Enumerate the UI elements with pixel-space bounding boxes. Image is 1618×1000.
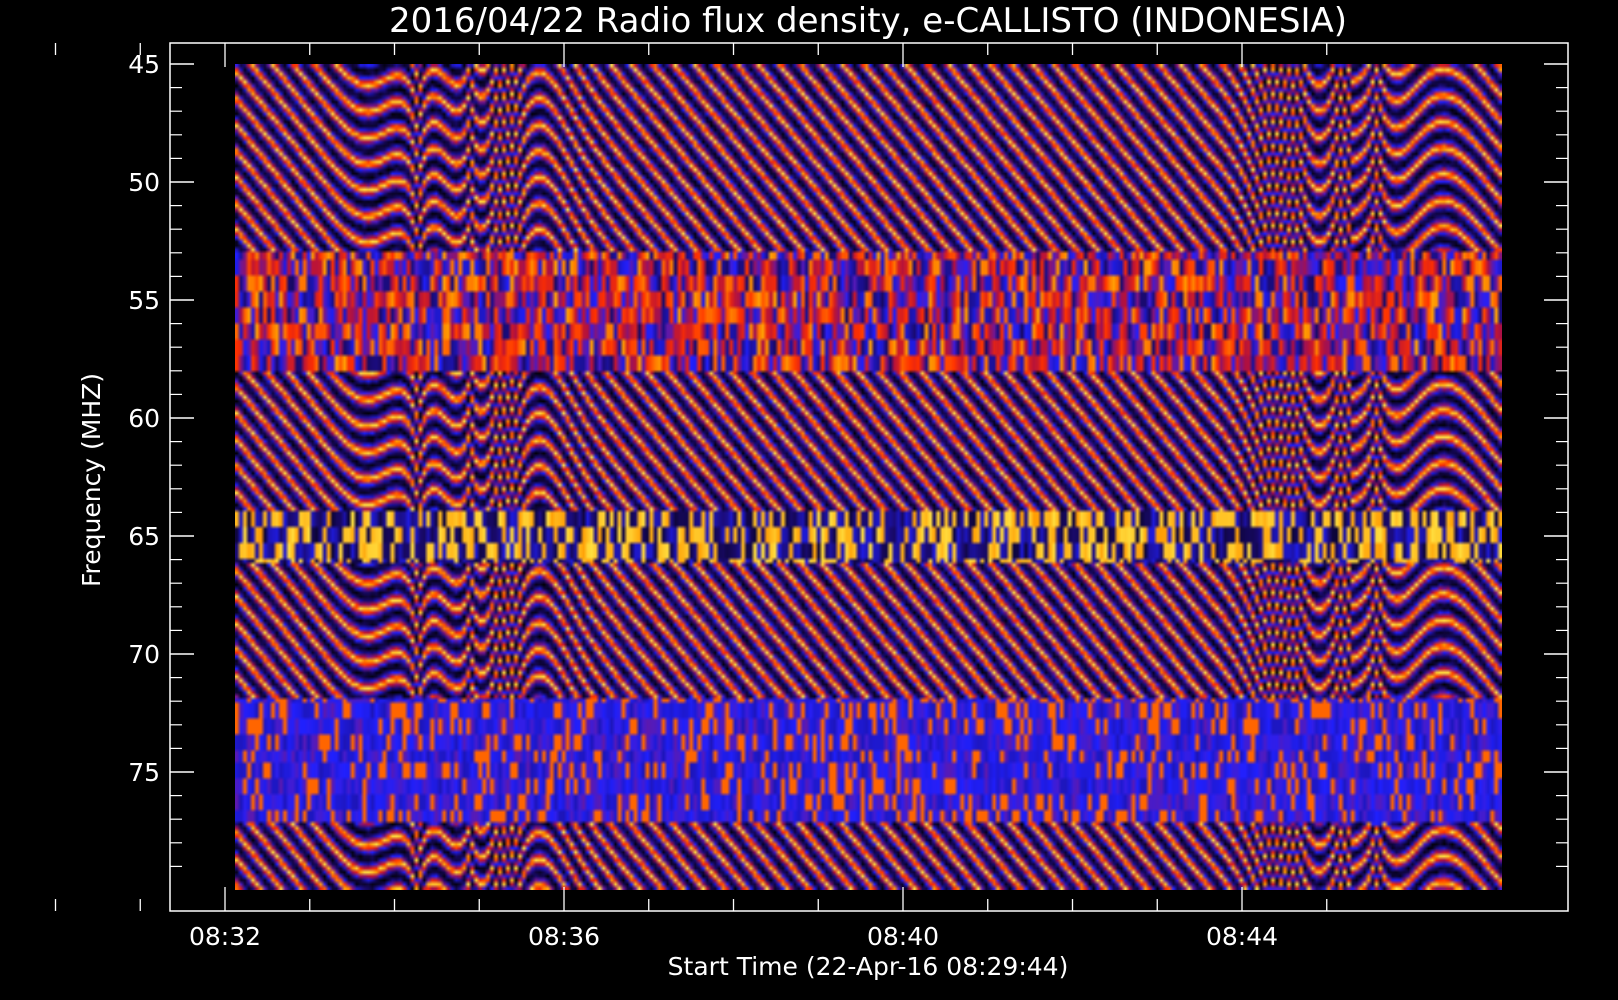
chart-title: 2016/04/22 Radio flux density, e-CALLIST…	[389, 1, 1347, 41]
spectrogram-figure: 2016/04/22 Radio flux density, e-CALLIST…	[0, 0, 1618, 1000]
x-axis-label: Start Time (22-Apr-16 08:29:44)	[668, 952, 1069, 981]
x-tick-label: 08:40	[867, 922, 939, 951]
y-tick-label: 60	[128, 404, 160, 433]
y-tick-label: 55	[128, 286, 160, 315]
x-tick-label: 08:32	[189, 922, 261, 951]
y-tick-label: 65	[128, 522, 160, 551]
y-tick-label: 75	[128, 758, 160, 787]
x-tick-label: 08:36	[528, 922, 600, 951]
spectrogram-heatmap	[235, 64, 1502, 890]
y-axis-label: Frequency (MHZ)	[77, 373, 106, 587]
y-tick-label: 70	[128, 640, 160, 669]
y-tick-label: 50	[128, 168, 160, 197]
y-tick-label: 45	[128, 50, 160, 79]
x-tick-label: 08:44	[1206, 922, 1278, 951]
spectrogram-image	[235, 64, 1502, 890]
